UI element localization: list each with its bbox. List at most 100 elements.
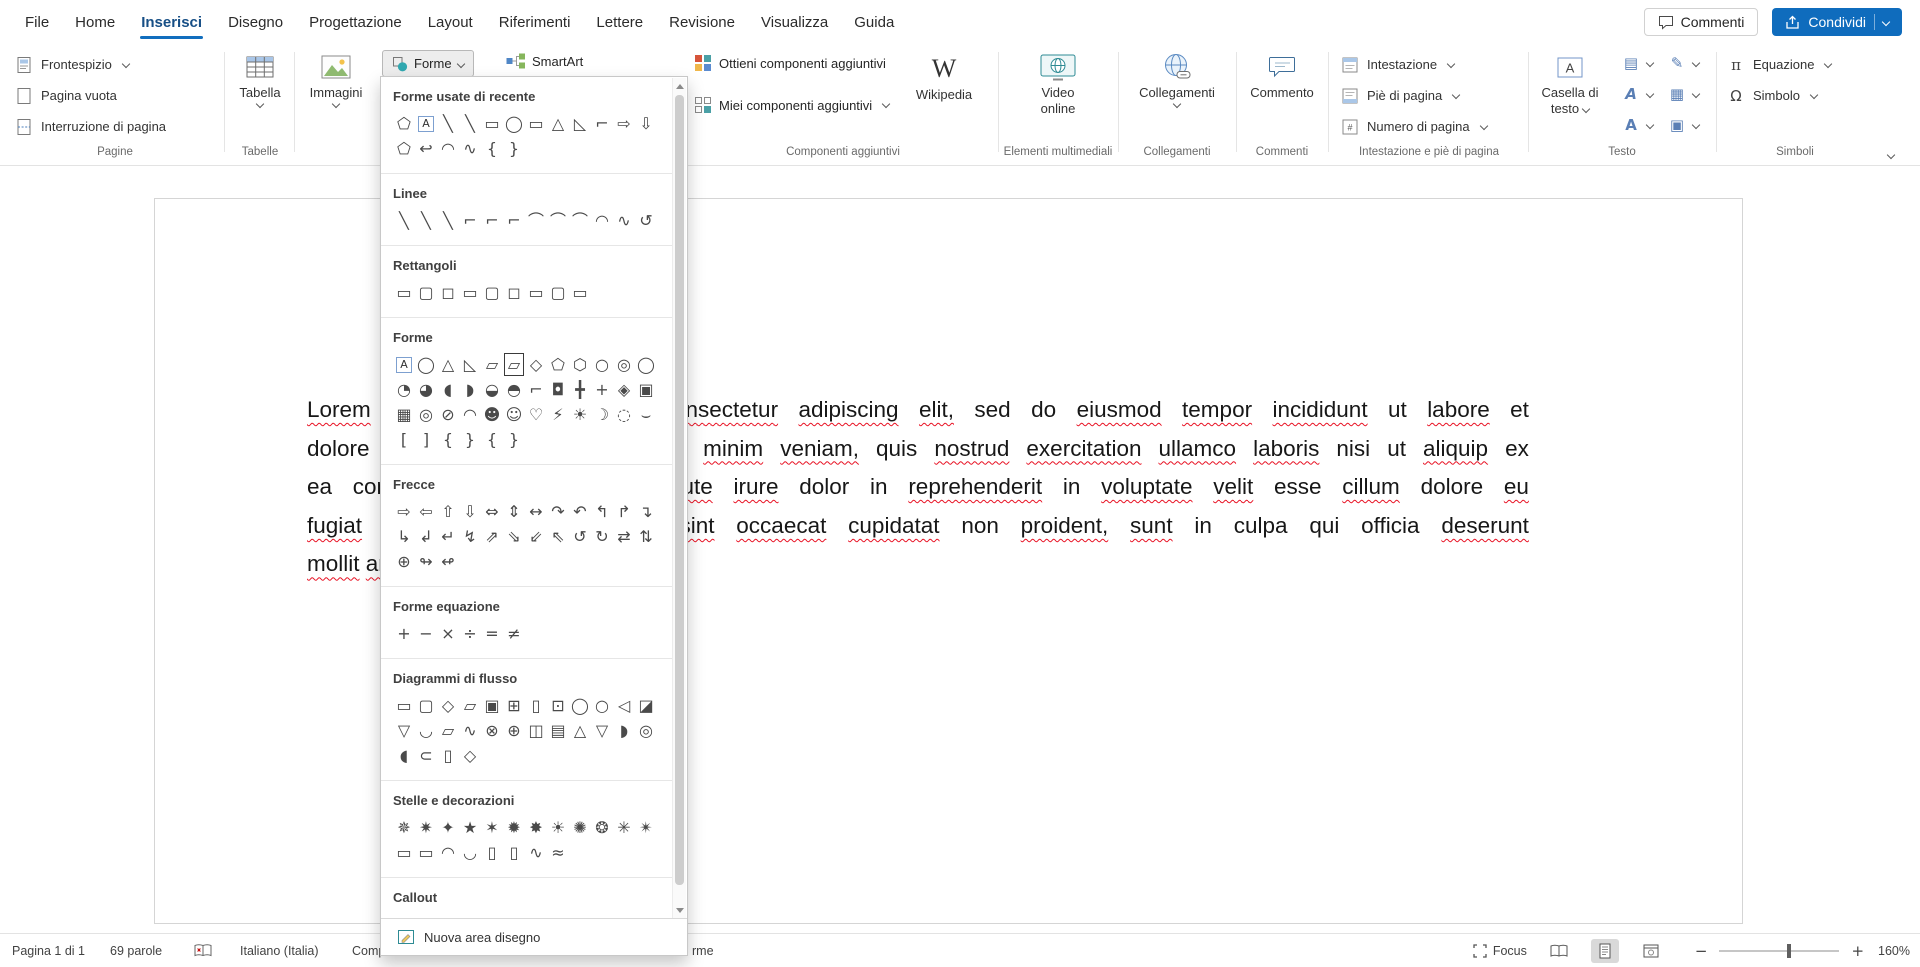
shape-item[interactable]: ◪ bbox=[635, 693, 657, 718]
shape-item[interactable]: ★ bbox=[459, 815, 481, 840]
share-button[interactable]: Condividi bbox=[1772, 8, 1902, 36]
menu-tab[interactable]: Guida bbox=[841, 3, 907, 42]
my-addins-button[interactable]: Miei componenti aggiuntivi bbox=[694, 96, 889, 114]
shape-item[interactable]: ↩ bbox=[415, 136, 437, 161]
shape-item[interactable]: ⇨ bbox=[613, 111, 635, 136]
shape-item[interactable]: ⊕ bbox=[503, 718, 525, 743]
shape-item[interactable]: ≈ bbox=[547, 840, 569, 865]
shape-item[interactable]: ∿ bbox=[613, 208, 635, 233]
shape-item[interactable]: ⇩ bbox=[635, 111, 657, 136]
shapes-button[interactable]: Forme bbox=[382, 50, 474, 77]
shape-item[interactable]: [ bbox=[393, 427, 415, 452]
shape-item[interactable]: ╲ bbox=[437, 208, 459, 233]
shape-item[interactable]: ↺ bbox=[635, 208, 657, 233]
shape-item[interactable]: ◡ bbox=[459, 840, 481, 865]
shape-item[interactable]: ⇦ bbox=[415, 499, 437, 524]
new-drawing-canvas-button[interactable]: Nuova area disegno bbox=[381, 918, 687, 955]
shape-item[interactable]: ⚡ bbox=[547, 402, 569, 427]
shape-item[interactable]: ❂ bbox=[591, 815, 613, 840]
comments-button[interactable]: Commenti bbox=[1644, 8, 1759, 36]
zoom-slider[interactable] bbox=[1719, 950, 1839, 952]
shape-item[interactable]: ◫ bbox=[525, 718, 547, 743]
shape-item[interactable]: ○ bbox=[591, 352, 613, 377]
shape-item[interactable]: ▭ bbox=[569, 280, 591, 305]
shape-item[interactable]: ▣ bbox=[635, 377, 657, 402]
read-mode-button[interactable] bbox=[1545, 939, 1573, 963]
shape-item[interactable]: ▯ bbox=[437, 743, 459, 768]
shape-item[interactable]: ⊗ bbox=[481, 718, 503, 743]
shape-item[interactable]: △ bbox=[547, 111, 569, 136]
shape-item[interactable]: ▯ bbox=[525, 693, 547, 718]
wikipedia-button[interactable]: W Wikipedia bbox=[904, 46, 984, 102]
shape-item[interactable]: △ bbox=[569, 718, 591, 743]
focus-mode-button[interactable]: Focus bbox=[1473, 944, 1527, 958]
shape-item[interactable]: ⊘ bbox=[437, 402, 459, 427]
shape-item[interactable]: ▦ bbox=[393, 402, 415, 427]
shape-item[interactable]: ⌐ bbox=[503, 208, 525, 233]
shape-item[interactable]: ⬠ bbox=[393, 136, 415, 161]
web-layout-button[interactable] bbox=[1637, 939, 1665, 963]
shape-item[interactable]: ↱ bbox=[613, 499, 635, 524]
shape-item[interactable]: ▭ bbox=[481, 111, 503, 136]
shape-item[interactable]: ∿ bbox=[459, 136, 481, 161]
shape-item[interactable]: ▱ bbox=[437, 718, 459, 743]
dropdown-scrollbar[interactable] bbox=[672, 78, 686, 919]
shape-item[interactable]: ◯ bbox=[415, 352, 437, 377]
menu-tab[interactable]: Disegno bbox=[215, 3, 296, 42]
proofing-status-icon[interactable] bbox=[194, 934, 212, 967]
shape-item[interactable]: + bbox=[591, 377, 613, 402]
chevron-down-icon[interactable] bbox=[1882, 18, 1890, 26]
shape-item[interactable]: ◠ bbox=[437, 136, 459, 161]
shape-item[interactable]: ◕ bbox=[415, 377, 437, 402]
shape-item[interactable]: ↔ bbox=[525, 499, 547, 524]
shape-item[interactable]: ✸ bbox=[525, 815, 547, 840]
shape-item[interactable]: ∿ bbox=[525, 840, 547, 865]
shape-item[interactable]: ◎ bbox=[635, 718, 657, 743]
text-tool-button[interactable]: A bbox=[1618, 110, 1664, 141]
shape-item[interactable]: × bbox=[437, 621, 459, 646]
shape-item[interactable]: ⌐ bbox=[459, 208, 481, 233]
menu-tab[interactable]: File bbox=[12, 3, 62, 42]
shape-item[interactable]: { bbox=[437, 427, 459, 452]
shape-item[interactable]: ◔ bbox=[393, 377, 415, 402]
footer-button[interactable]: Piè di pagina bbox=[1334, 80, 1524, 111]
zoom-level[interactable]: 160% bbox=[1878, 944, 1910, 958]
shape-item[interactable]: ▭ bbox=[393, 280, 415, 305]
shape-item[interactable]: ⊂ bbox=[415, 743, 437, 768]
shape-item[interactable]: ◠ bbox=[591, 208, 613, 233]
shape-item[interactable]: ↲ bbox=[415, 524, 437, 549]
shape-item[interactable]: ◇ bbox=[525, 352, 547, 377]
menu-tab[interactable]: Visualizza bbox=[748, 3, 841, 42]
text-tool-button[interactable]: ▦ bbox=[1664, 79, 1710, 110]
shape-item[interactable]: ✳ bbox=[613, 815, 635, 840]
zoom-slider-thumb[interactable] bbox=[1787, 944, 1791, 958]
shape-item[interactable]: ▢ bbox=[415, 693, 437, 718]
shape-item[interactable]: ▭ bbox=[393, 840, 415, 865]
shape-item[interactable]: ◗ bbox=[459, 377, 481, 402]
shape-item[interactable]: ÷ bbox=[459, 621, 481, 646]
shape-item[interactable]: ◺ bbox=[459, 352, 481, 377]
scroll-down-icon[interactable] bbox=[676, 908, 684, 913]
shape-item[interactable]: ⬠ bbox=[547, 352, 569, 377]
shape-item[interactable]: ▱ bbox=[503, 352, 525, 377]
shape-item[interactable]: ↫ bbox=[437, 549, 459, 574]
shape-item[interactable]: ⊞ bbox=[503, 693, 525, 718]
shape-item[interactable]: ☀ bbox=[569, 402, 591, 427]
shape-item[interactable]: ] bbox=[415, 427, 437, 452]
shape-item[interactable]: ↻ bbox=[591, 524, 613, 549]
zoom-out-button[interactable]: − bbox=[1691, 942, 1712, 960]
shape-item[interactable]: ✶ bbox=[481, 815, 503, 840]
shape-item[interactable]: ⇨ bbox=[393, 499, 415, 524]
shape-item[interactable]: ↰ bbox=[591, 499, 613, 524]
menu-tab[interactable]: Riferimenti bbox=[486, 3, 584, 42]
shape-item[interactable]: ▭ bbox=[525, 111, 547, 136]
shape-item[interactable]: ◎ bbox=[613, 352, 635, 377]
shape-item[interactable]: ◠ bbox=[459, 402, 481, 427]
shape-item[interactable]: ▭ bbox=[415, 840, 437, 865]
get-addins-button[interactable]: Ottieni componenti aggiuntivi bbox=[694, 54, 886, 72]
menu-tab[interactable]: Layout bbox=[415, 3, 486, 42]
shape-item[interactable]: ▽ bbox=[393, 718, 415, 743]
shape-item[interactable]: ◇ bbox=[459, 743, 481, 768]
text-tool-button[interactable]: A bbox=[1618, 79, 1664, 110]
shape-item[interactable]: { bbox=[481, 427, 503, 452]
